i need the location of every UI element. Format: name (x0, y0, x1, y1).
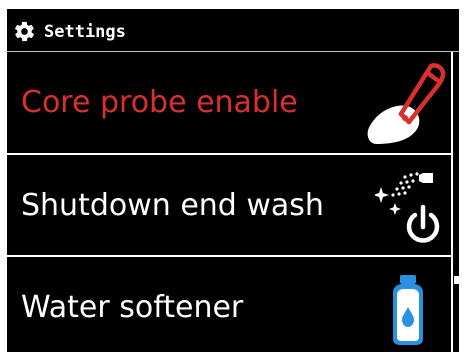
core-probe-icon (367, 63, 446, 144)
page-title: Settings (44, 22, 126, 42)
menu-item-core-probe-enable[interactable]: Core probe enable (7, 52, 451, 153)
header-bar: Settings (7, 9, 459, 51)
menu-item-shutdown-end-wash[interactable]: Shutdown end wash (7, 155, 451, 256)
scrollbar-track[interactable] (451, 52, 453, 352)
menu-item-label: Core probe enable (21, 85, 298, 120)
gear-icon (15, 21, 34, 42)
water-softener-icon (393, 275, 423, 345)
shutdown-wash-icon (375, 172, 440, 243)
menu-item-label: Shutdown end wash (21, 188, 324, 223)
menu-item-label: Water softener (21, 290, 244, 325)
menu-item-water-softener[interactable]: Water softener (7, 257, 451, 352)
scrollbar-thumb[interactable] (454, 276, 459, 284)
settings-screen: Settings Core probe enable Shutdown end … (7, 9, 459, 352)
